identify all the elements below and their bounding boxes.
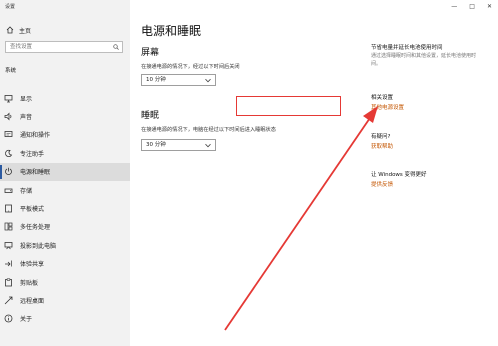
annotation-arrow bbox=[224, 106, 378, 331]
